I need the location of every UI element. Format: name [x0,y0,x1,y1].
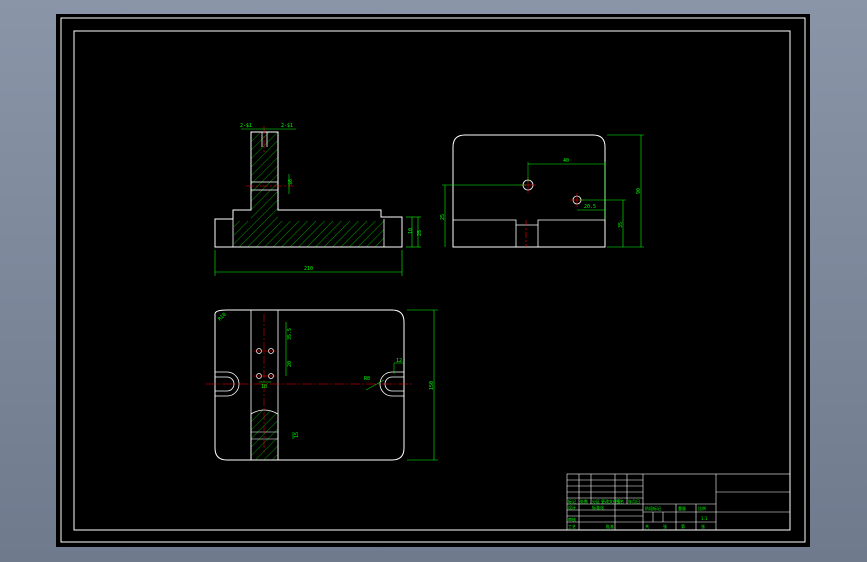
tb-label-date: 年月日 [628,498,640,504]
tb-label-sheets1: 张 [663,523,667,529]
dim-vertical: 35.5 [287,328,293,340]
dim-slot-width: 12 [396,358,402,364]
outer-frame [60,17,806,543]
tb-label-scale: 比例 [698,505,706,511]
dim-height-2: 25 [417,230,423,236]
dim-right-height: 35 [618,222,624,228]
dim-lower: 15 [294,432,300,438]
dim-top-left: 2-$1 [240,123,252,129]
tb-label-count: 处数 [580,498,588,504]
front-view: 2-$1 2-$1 $6 210 10 25 [214,123,423,276]
tb-label-weight: 重量 [678,505,686,511]
tb-label-review: 审核 [568,516,576,522]
side-view: 40 20.5 25 35 90 [440,134,644,248]
tb-label-design: 设计 [568,504,576,510]
tb-label-total: 共 [645,523,649,529]
tb-label-sign: 签名 [616,498,624,504]
dim-overall-height: 90 [636,188,642,194]
dim-offset: 20.5 [584,204,596,210]
dim-corner-radius: R10 [217,312,228,323]
tb-label-zone: 分区 [592,498,600,504]
tb-label-mark: 标记 [568,498,576,504]
dim-spacing: 20 [287,361,293,367]
title-block-text: 标记 处数 分区 更改文件号 签名 年月日 设计 标准化 审核 工艺 批准 阶段… [568,498,708,529]
tb-label-stage: 阶段标记 [645,505,661,511]
dim-top-right: 2-$1 [281,123,293,129]
tb-label-standard: 标准化 [592,504,604,510]
tb-label-approve: 批准 [606,523,614,529]
dim-hole-spacing: 40 [563,158,569,164]
dim-overall-height-top: 150 [429,381,435,390]
dim-hole: $6 [288,179,294,185]
tb-label-sheet: 第 [681,523,685,529]
dim-hole-x: 18 [261,384,267,390]
dim-slot-radius: R8 [364,376,370,382]
dim-height-1: 10 [408,228,414,234]
drawing-sheet: 2-$1 2-$1 $6 210 10 25 40 20.5 25 35 90 [56,14,810,547]
inner-frame [73,30,791,531]
tb-scale-value: 1:1 [701,516,708,521]
top-view: R10 35.5 20 18 12 R8 15 150 [206,309,438,461]
tb-label-process: 工艺 [568,524,576,529]
tb-label-sheets2: 张 [701,523,705,529]
dim-overall-width: 210 [304,266,313,272]
cad-drawing: 2-$1 2-$1 $6 210 10 25 40 20.5 25 35 90 [60,17,806,543]
dim-left-height: 25 [440,214,446,220]
